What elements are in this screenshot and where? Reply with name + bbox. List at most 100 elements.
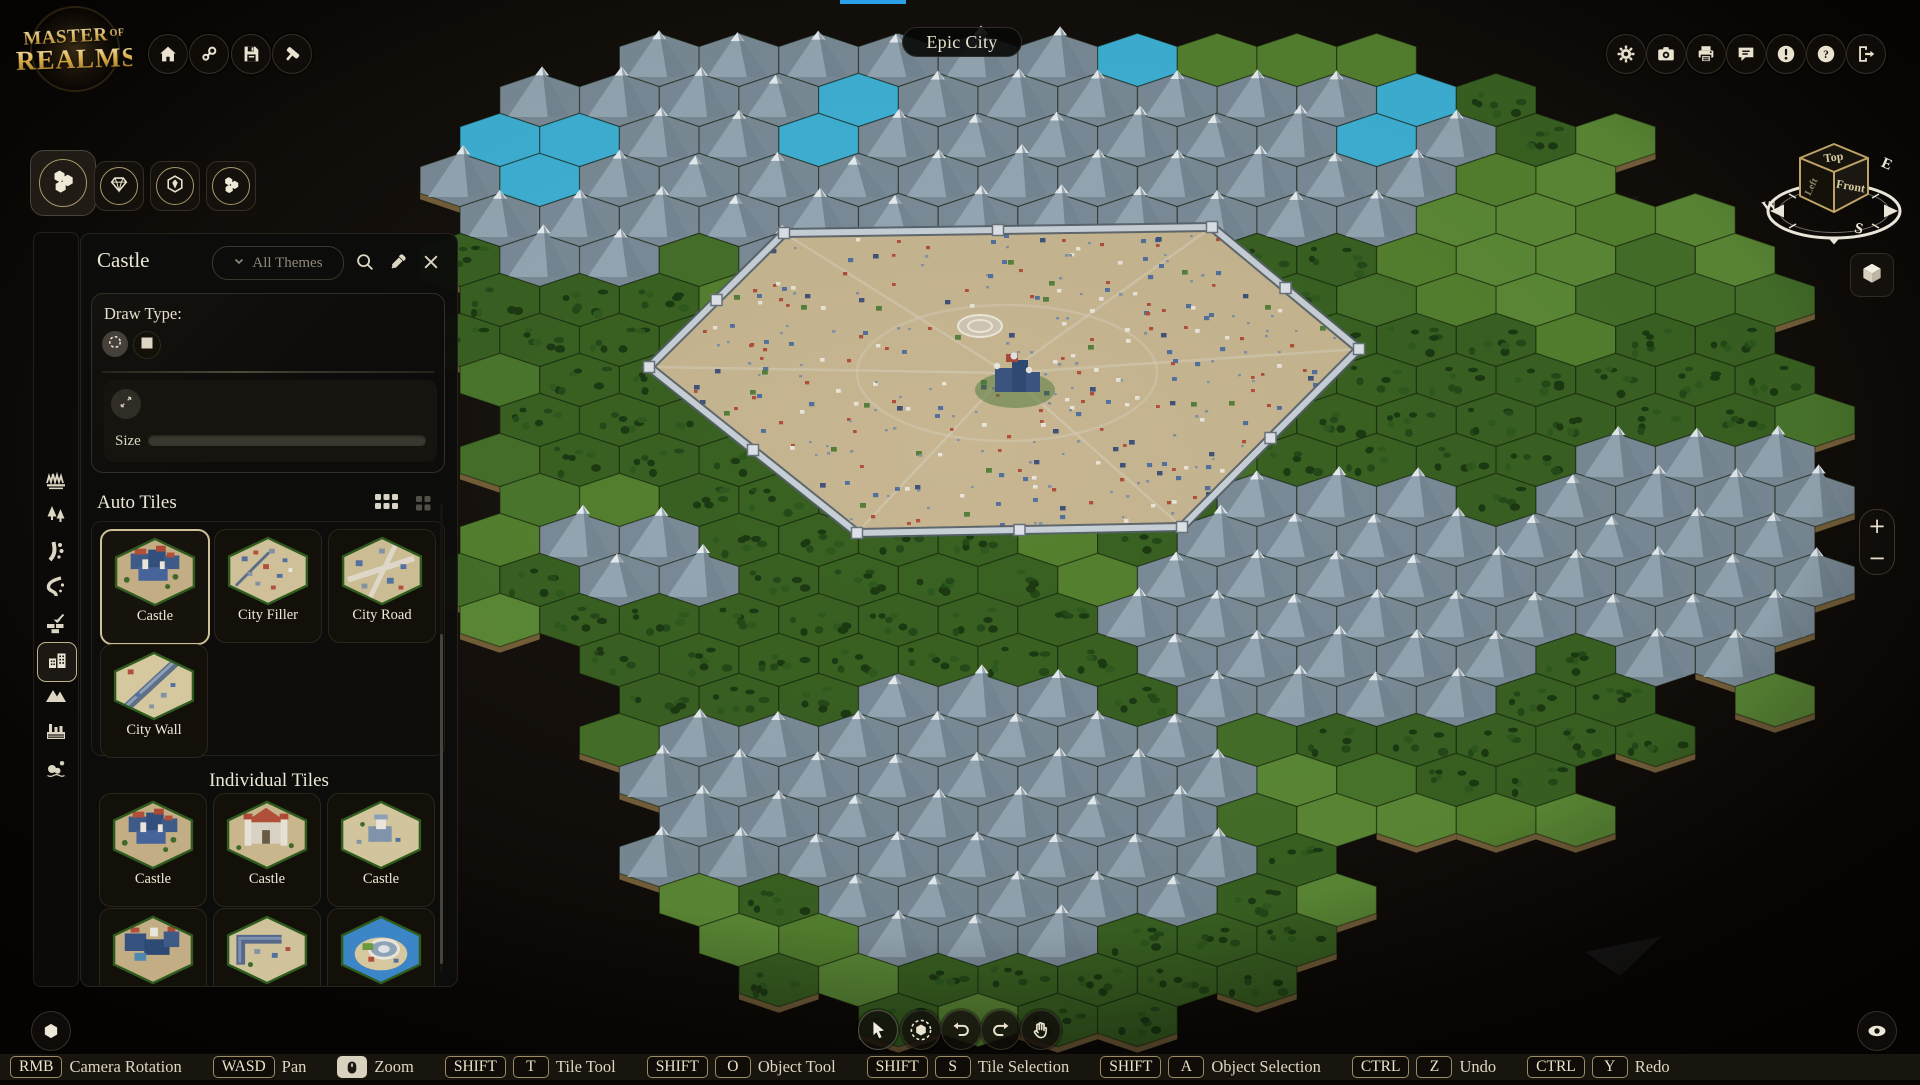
alerts-button[interactable] <box>1766 34 1806 74</box>
tool-tiles[interactable] <box>30 150 96 216</box>
hammer-icon <box>281 43 303 65</box>
map-title: Epic City <box>902 27 1022 57</box>
category-nature[interactable] <box>43 756 69 782</box>
hex-grid-toggle-button[interactable] <box>31 1011 71 1051</box>
cube-face-top: Top <box>1823 149 1845 166</box>
brush-size-button[interactable] <box>111 389 141 419</box>
build-tools-button[interactable] <box>272 34 312 74</box>
tile-thumbnail <box>111 536 199 608</box>
home-button[interactable] <box>148 34 188 74</box>
hotkey-redo: CTRL Y Redo <box>1527 1056 1669 1078</box>
view-compass[interactable]: Top Front Left W S E <box>1755 120 1920 255</box>
auto-tile-city-road[interactable]: City Road <box>328 529 436 643</box>
category-rivers[interactable] <box>43 576 69 602</box>
hotkey-bar: RMB Camera Rotation WASD Pan Zoom SHIFT … <box>0 1053 1920 1080</box>
screenshot-button[interactable] <box>1646 34 1686 74</box>
tool-resources[interactable] <box>94 161 144 211</box>
tool-tile-groups[interactable] <box>206 161 256 211</box>
key-shift: SHIFT <box>1100 1056 1161 1078</box>
path-icon <box>44 539 68 568</box>
projection-toggle-button[interactable] <box>1850 253 1894 297</box>
key-shift: SHIFT <box>647 1056 708 1078</box>
divider <box>102 371 434 373</box>
category-mountains[interactable] <box>43 684 69 710</box>
factory-icon <box>44 719 68 748</box>
search-button[interactable] <box>353 251 377 275</box>
steam-button[interactable] <box>189 34 229 74</box>
cursor-icon <box>867 1019 889 1041</box>
svg-text:?: ? <box>1823 49 1829 61</box>
tile-thumbnail <box>338 535 426 607</box>
individual-tile-castle-3[interactable]: Castle <box>327 793 435 907</box>
individual-tile-castle-4[interactable] <box>99 908 207 987</box>
zoom-in-button[interactable]: + <box>1860 510 1894 542</box>
settings-button[interactable] <box>1606 34 1646 74</box>
cube-icon <box>1859 260 1885 291</box>
select-tool-button[interactable] <box>858 1010 898 1050</box>
individual-tile-castle-2[interactable]: Castle <box>213 793 321 907</box>
category-industry[interactable] <box>43 720 69 746</box>
trees-icon <box>44 503 68 532</box>
visibility-toggle-button[interactable] <box>1857 1011 1897 1051</box>
exit-button[interactable] <box>1846 34 1886 74</box>
auto-tile-city-filler[interactable]: City Filler <box>214 529 322 643</box>
key-wasd: WASD <box>213 1056 275 1078</box>
key-t: T <box>513 1056 549 1078</box>
hex-tiles-icon <box>49 167 77 200</box>
tile-label: City Filler <box>238 607 298 624</box>
individual-tile-castle-5[interactable] <box>213 908 321 987</box>
grid-view-small-button[interactable] <box>415 495 432 515</box>
close-panel-button[interactable] <box>419 251 443 275</box>
key-z: Z <box>1416 1056 1452 1078</box>
draw-type-label: Draw Type: <box>104 304 182 324</box>
tile-thumbnail <box>223 799 311 871</box>
tool-objects[interactable] <box>150 161 200 211</box>
save-icon <box>240 43 262 65</box>
tile-label: Castle <box>249 871 285 888</box>
mouse-icon <box>346 1060 358 1075</box>
category-city-selected[interactable] <box>37 642 77 682</box>
auto-tile-city-wall[interactable]: City Wall <box>100 644 208 758</box>
theme-filter-value: All Themes <box>252 255 322 272</box>
hand-icon <box>1030 1019 1052 1041</box>
hotkey-tile-selection: SHIFT S Tile Selection <box>867 1056 1070 1078</box>
category-walls[interactable] <box>43 612 69 638</box>
help-button[interactable]: ? <box>1806 34 1846 74</box>
steam-icon <box>198 43 220 65</box>
eyedropper-button[interactable] <box>386 251 410 275</box>
grid-view-large-button[interactable] <box>374 493 400 515</box>
panel-scrollbar[interactable] <box>440 504 443 972</box>
category-grass[interactable] <box>43 468 69 494</box>
tile-thumbnail <box>224 535 312 607</box>
printer-icon <box>1695 43 1717 65</box>
draw-type-rect-button[interactable] <box>133 331 161 359</box>
camera-icon <box>1655 43 1677 65</box>
city-buildings-icon <box>45 648 69 677</box>
hotkey-pan: WASD Pan <box>213 1056 307 1078</box>
individual-tile-castle-6[interactable] <box>327 908 435 987</box>
individual-tile-castle-1[interactable]: Castle <box>99 793 207 907</box>
category-trees[interactable] <box>43 504 69 530</box>
chat-icon <box>1735 43 1757 65</box>
save-button[interactable] <box>231 34 271 74</box>
key-a: A <box>1168 1056 1204 1078</box>
hotkey-object-tool: SHIFT O Object Tool <box>647 1056 836 1078</box>
scrollbar-thumb[interactable] <box>440 634 443 964</box>
tile-label: City Wall <box>126 722 181 739</box>
draw-type-brush-button[interactable] <box>102 331 128 357</box>
print-export-button[interactable] <box>1686 34 1726 74</box>
category-paths[interactable] <box>43 540 69 566</box>
undo-button[interactable] <box>941 1010 981 1050</box>
mountain-icon <box>44 683 68 712</box>
tile-thumbnail <box>109 914 197 986</box>
theme-filter-dropdown[interactable]: All Themes <box>212 246 344 280</box>
feedback-button[interactable] <box>1726 34 1766 74</box>
zoom-out-button[interactable]: − <box>1860 542 1894 574</box>
panel-title: Castle <box>97 248 150 273</box>
size-slider[interactable] <box>148 435 426 446</box>
redo-button[interactable] <box>981 1010 1021 1050</box>
pan-tool-button[interactable] <box>1021 1010 1061 1050</box>
tile-brush-button[interactable] <box>901 1010 941 1050</box>
eyedropper-icon <box>388 252 408 275</box>
auto-tile-castle[interactable]: Castle <box>100 529 210 645</box>
